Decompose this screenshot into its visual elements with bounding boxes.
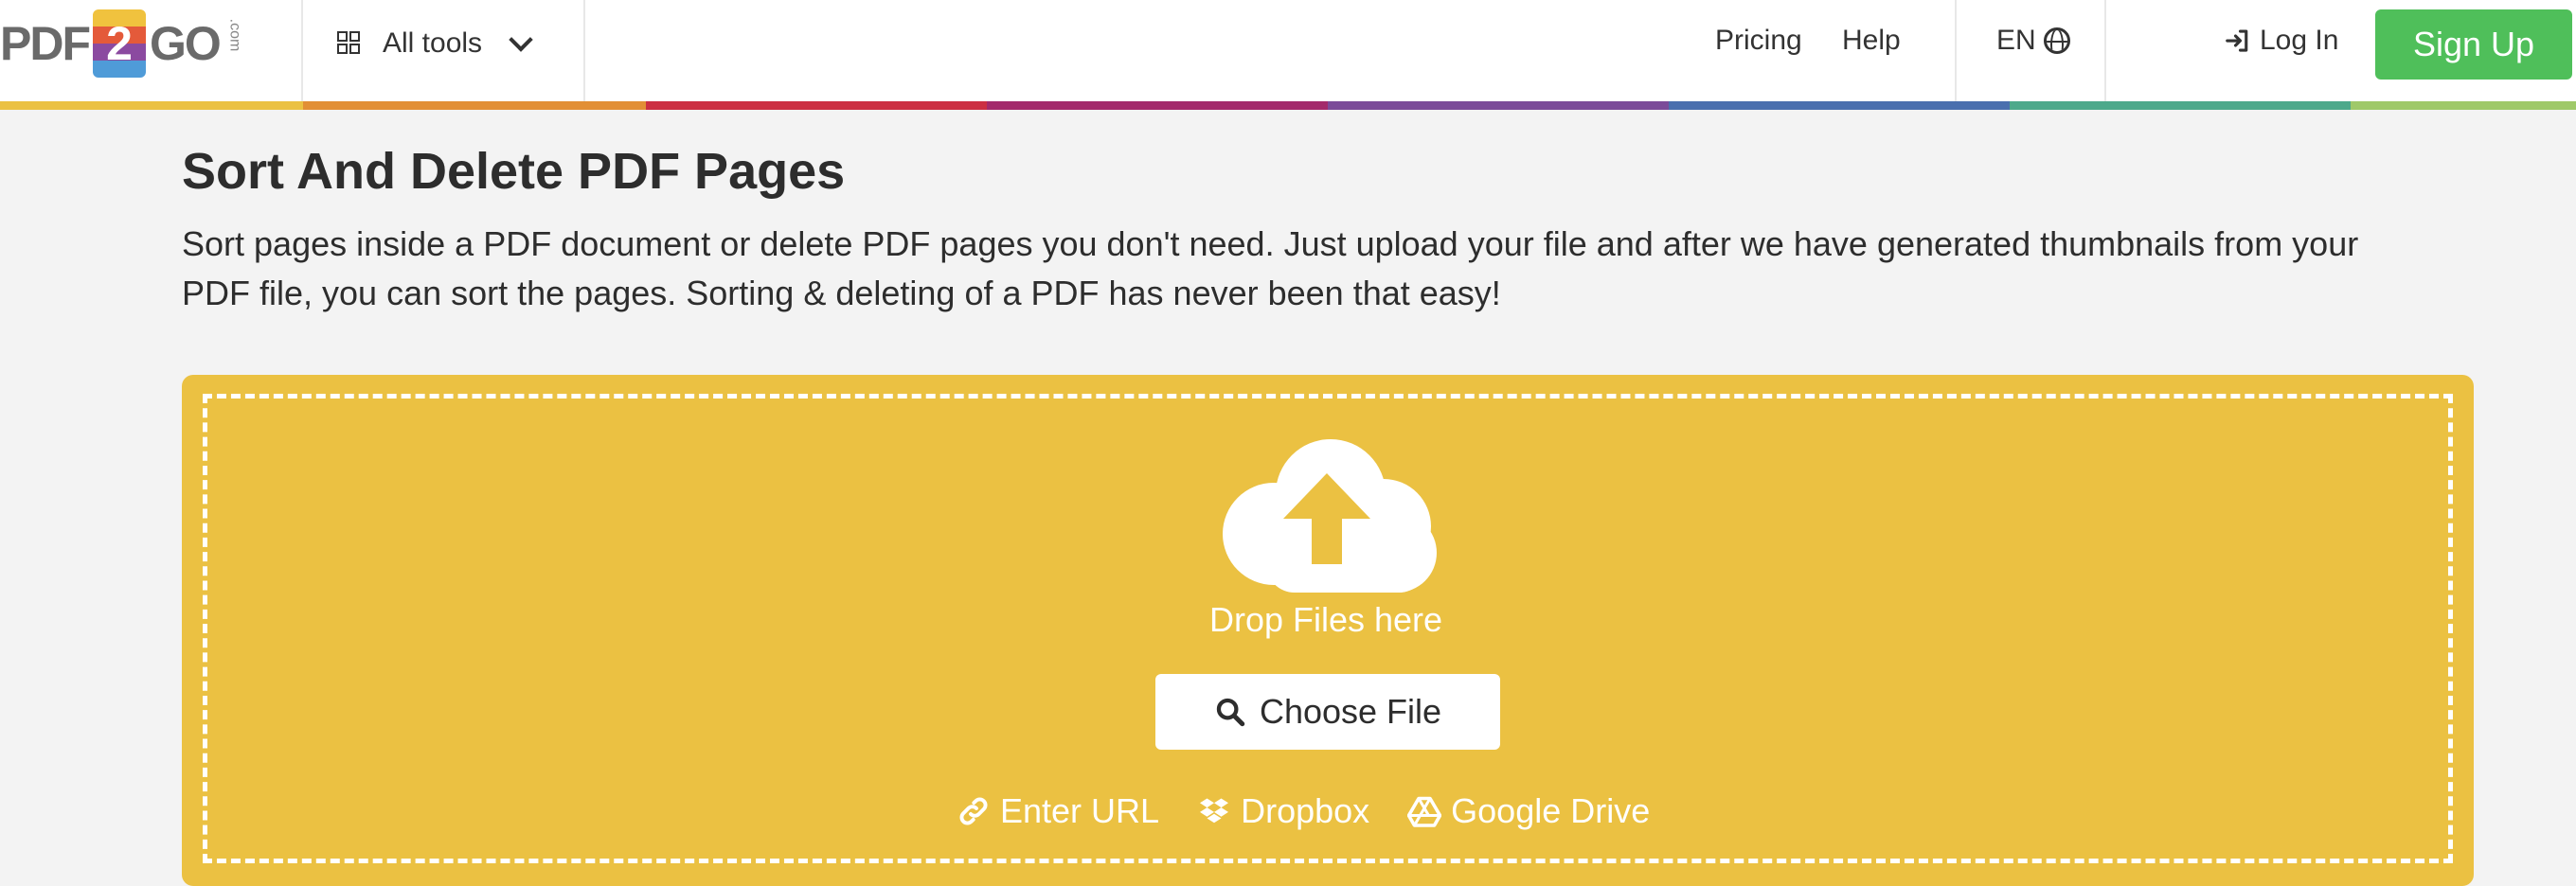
logo-text-right: GO [150,17,222,70]
rainbow-segment [1669,101,2010,110]
drop-files-label: Drop Files here [1208,600,1443,639]
google-drive-label: Google Drive [1451,791,1651,830]
logo-text-left: PDF [0,17,91,70]
header-divider [1955,0,1957,101]
choose-file-button[interactable]: Choose File [1155,674,1500,750]
page-description: Sort pages inside a PDF document or dele… [182,224,2359,312]
upload-sources: Enter URL Dropbox Google Drive [957,791,1650,831]
google-drive-icon [1407,796,1442,827]
language-selector[interactable]: EN [1996,25,2070,57]
login-label: Log In [2260,25,2339,56]
dropbox-icon [1200,798,1229,824]
header-divider [2104,0,2106,101]
google-drive-link[interactable]: Google Drive [1407,791,1650,831]
top-header: PDF 2 GO .com All tools Pricing Help EN … [0,0,2576,101]
all-tools-menu[interactable]: All tools [337,21,533,66]
rainbow-segment [646,101,987,110]
logo-com: .com [226,18,243,52]
page-title: Sort And Delete PDF Pages [182,143,846,200]
logo-two-badge: 2 [93,9,146,78]
nav-pricing[interactable]: Pricing [1715,25,1802,57]
dropbox-label: Dropbox [1241,791,1370,830]
header-divider [301,0,303,101]
all-tools-label: All tools [383,27,483,59]
search-icon [1216,698,1245,727]
rainbow-segment [0,101,303,110]
choose-file-label: Choose File [1259,692,1442,731]
header-divider [583,0,585,101]
rainbow-segment [2351,101,2576,110]
language-label: EN [1996,25,2036,56]
login-link[interactable]: Log In [2224,25,2338,57]
link-icon [959,797,988,825]
rainbow-segment [987,101,1328,110]
globe-icon [2043,27,2070,54]
pdf2go-logo[interactable]: PDF 2 GO .com [0,6,250,81]
dropbox-link[interactable]: Dropbox [1197,791,1369,831]
rainbow-segment [303,101,646,110]
cloud-upload-icon [1223,439,1437,593]
signup-button[interactable]: Sign Up [2375,9,2572,80]
chevron-down-icon [509,27,533,52]
rainbow-stripe [0,101,2576,110]
logo-two-number: 2 [106,17,133,70]
nav-help[interactable]: Help [1842,25,1901,57]
rainbow-segment [1328,101,1669,110]
enter-url-link[interactable]: Enter URL [957,791,1159,831]
enter-url-label: Enter URL [1000,791,1160,830]
grid-icon [337,31,362,56]
sign-in-icon [2226,29,2248,52]
rainbow-segment [2010,101,2351,110]
